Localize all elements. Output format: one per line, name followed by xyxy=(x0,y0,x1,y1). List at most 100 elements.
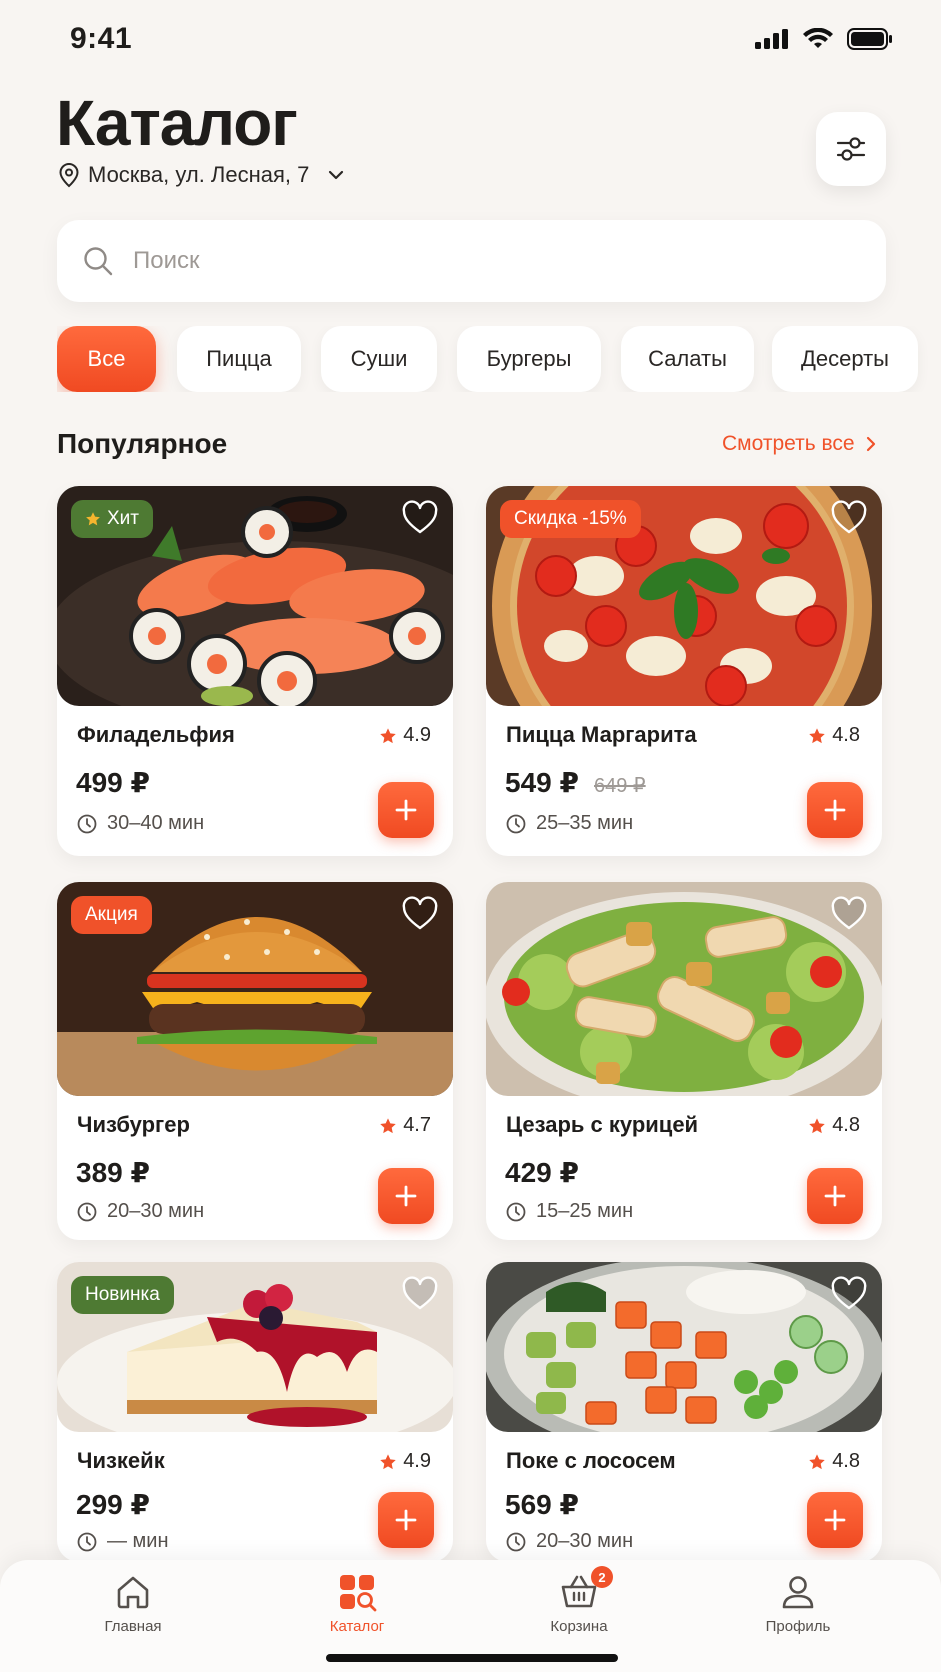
product-rating: 4.9 xyxy=(379,1450,431,1473)
plus-icon xyxy=(395,1185,417,1207)
location-pin-icon xyxy=(59,162,79,188)
plus-icon xyxy=(395,1509,417,1531)
star-icon xyxy=(380,1117,396,1133)
delivery-time: 20–30 мин xyxy=(77,1200,204,1223)
delivery-time: 25–35 мин xyxy=(506,812,633,835)
catalog-icon xyxy=(340,1575,377,1612)
tab-label: Каталог xyxy=(329,1618,385,1635)
add-to-cart-button[interactable] xyxy=(378,1168,434,1224)
product-name: Пицца Маргарита xyxy=(506,722,697,747)
heart-icon[interactable] xyxy=(830,896,868,932)
product-price: 389 ₽ xyxy=(76,1157,150,1188)
product-name: Поке с лососем xyxy=(506,1448,676,1473)
clock-icon xyxy=(77,1532,97,1551)
delivery-time-label: 20–30 мин xyxy=(107,1200,205,1222)
status-time: 9:41 xyxy=(70,22,133,55)
product-name: Цезарь с курицей xyxy=(506,1112,699,1137)
star-icon xyxy=(809,1117,825,1133)
chip-salads[interactable]: Салаты xyxy=(621,326,754,392)
chip-all[interactable]: Все xyxy=(57,326,156,392)
chip-desserts[interactable]: Десерты xyxy=(772,326,918,392)
delivery-time-label: — мин xyxy=(107,1530,169,1552)
filter-button[interactable] xyxy=(816,112,886,186)
tab-profile[interactable]: Профиль xyxy=(738,1572,858,1635)
plus-icon xyxy=(395,799,417,821)
battery-icon xyxy=(847,28,892,50)
heart-icon[interactable] xyxy=(401,500,439,536)
add-to-cart-button[interactable] xyxy=(807,782,863,838)
product-card[interactable]: Цезарь с курицей 4.8 429 ₽ 15–25 мин xyxy=(486,882,882,1240)
delivery-time-label: 30–40 мин xyxy=(107,812,205,834)
product-badge: Акция xyxy=(71,896,152,934)
rating-value: 4.7 xyxy=(403,1114,431,1136)
delivery-time-label: 15–25 мин xyxy=(536,1200,634,1222)
location-address: Москва, ул. Лесная, 7 xyxy=(88,162,310,187)
add-to-cart-button[interactable] xyxy=(807,1168,863,1224)
home-icon xyxy=(117,1576,149,1609)
heart-icon[interactable] xyxy=(401,896,439,932)
section-title: Популярное xyxy=(57,428,228,459)
chevron-right-icon xyxy=(866,436,875,452)
product-card[interactable]: Скидка -15% Пицца Маргарита 4.8 549 ₽ 64… xyxy=(486,486,882,856)
add-to-cart-button[interactable] xyxy=(378,782,434,838)
product-card[interactable]: Новинка Чизкейк 4.9 299 ₽ — мин xyxy=(57,1262,453,1562)
badge-label: Скидка -15% xyxy=(514,508,627,529)
see-all-link[interactable]: Смотреть все xyxy=(722,432,877,456)
chip-burgers[interactable]: Бургеры xyxy=(457,326,601,392)
signal-icon xyxy=(755,29,788,49)
tab-catalog[interactable]: Каталог xyxy=(297,1572,417,1635)
status-bar: 9:41 xyxy=(0,0,941,80)
clock-icon xyxy=(506,1532,526,1551)
delivery-time: 30–40 мин xyxy=(77,812,204,835)
product-rating: 4.8 xyxy=(808,1114,860,1137)
product-rating: 4.8 xyxy=(808,1450,860,1473)
product-card[interactable]: Хит Филадельфия 4.9 499 ₽ 30–40 мин xyxy=(57,486,453,856)
rating-value: 4.8 xyxy=(832,1450,860,1472)
product-old-price: 649 ₽ xyxy=(594,775,646,797)
rating-value: 4.8 xyxy=(832,724,860,746)
delivery-time-label: 25–35 мин xyxy=(536,812,634,834)
heart-icon[interactable] xyxy=(830,1276,868,1312)
search-input[interactable] xyxy=(133,247,733,275)
rating-value: 4.8 xyxy=(832,1114,860,1136)
cart-count-badge: 2 xyxy=(591,1566,613,1588)
star-icon xyxy=(380,1453,396,1469)
plus-icon xyxy=(824,1185,846,1207)
delivery-time: 20–30 мин xyxy=(506,1530,633,1553)
product-badge: Новинка xyxy=(71,1276,174,1314)
product-photo-salad xyxy=(486,882,882,1096)
wifi-icon xyxy=(803,28,833,48)
location-selector[interactable]: Москва, ул. Лесная, 7 xyxy=(58,162,345,188)
search-bar[interactable] xyxy=(57,220,886,302)
tab-cart[interactable]: 2 Корзина xyxy=(519,1566,639,1635)
product-rating: 4.7 xyxy=(379,1114,431,1137)
badge-label: Новинка xyxy=(85,1284,160,1305)
badge-label: Акция xyxy=(85,904,138,925)
tab-home[interactable]: Главная xyxy=(73,1572,193,1635)
page-title: Каталог xyxy=(56,87,298,159)
clock-icon xyxy=(506,1202,526,1221)
product-badge: Скидка -15% xyxy=(500,500,641,538)
home-indicator xyxy=(326,1654,618,1662)
chip-pizza[interactable]: Пицца xyxy=(177,326,301,392)
add-to-cart-button[interactable] xyxy=(378,1492,434,1548)
star-icon xyxy=(86,512,100,526)
clock-icon xyxy=(77,1202,97,1221)
heart-icon[interactable] xyxy=(830,500,868,536)
plus-icon xyxy=(824,1509,846,1531)
chip-sushi[interactable]: Суши xyxy=(321,326,437,392)
chevron-down-icon xyxy=(329,170,344,180)
heart-icon[interactable] xyxy=(401,1276,439,1312)
product-rating: 4.9 xyxy=(379,724,431,747)
star-icon xyxy=(809,1453,825,1469)
tab-label: Корзина xyxy=(550,1618,608,1635)
product-price: 429 ₽ xyxy=(505,1157,579,1188)
product-card[interactable]: Поке с лососем 4.8 569 ₽ 20–30 мин xyxy=(486,1262,882,1562)
see-all-label: Смотреть все xyxy=(722,432,855,455)
delivery-time: 15–25 мин xyxy=(506,1200,633,1223)
tab-label: Главная xyxy=(104,1618,162,1635)
category-chips: Все Пицца Суши Бургеры Салаты Десерты xyxy=(57,326,941,392)
product-card[interactable]: Акция Чизбургер 4.7 389 ₽ 20–30 мин xyxy=(57,882,453,1240)
add-to-cart-button[interactable] xyxy=(807,1492,863,1548)
status-icons xyxy=(755,28,893,50)
